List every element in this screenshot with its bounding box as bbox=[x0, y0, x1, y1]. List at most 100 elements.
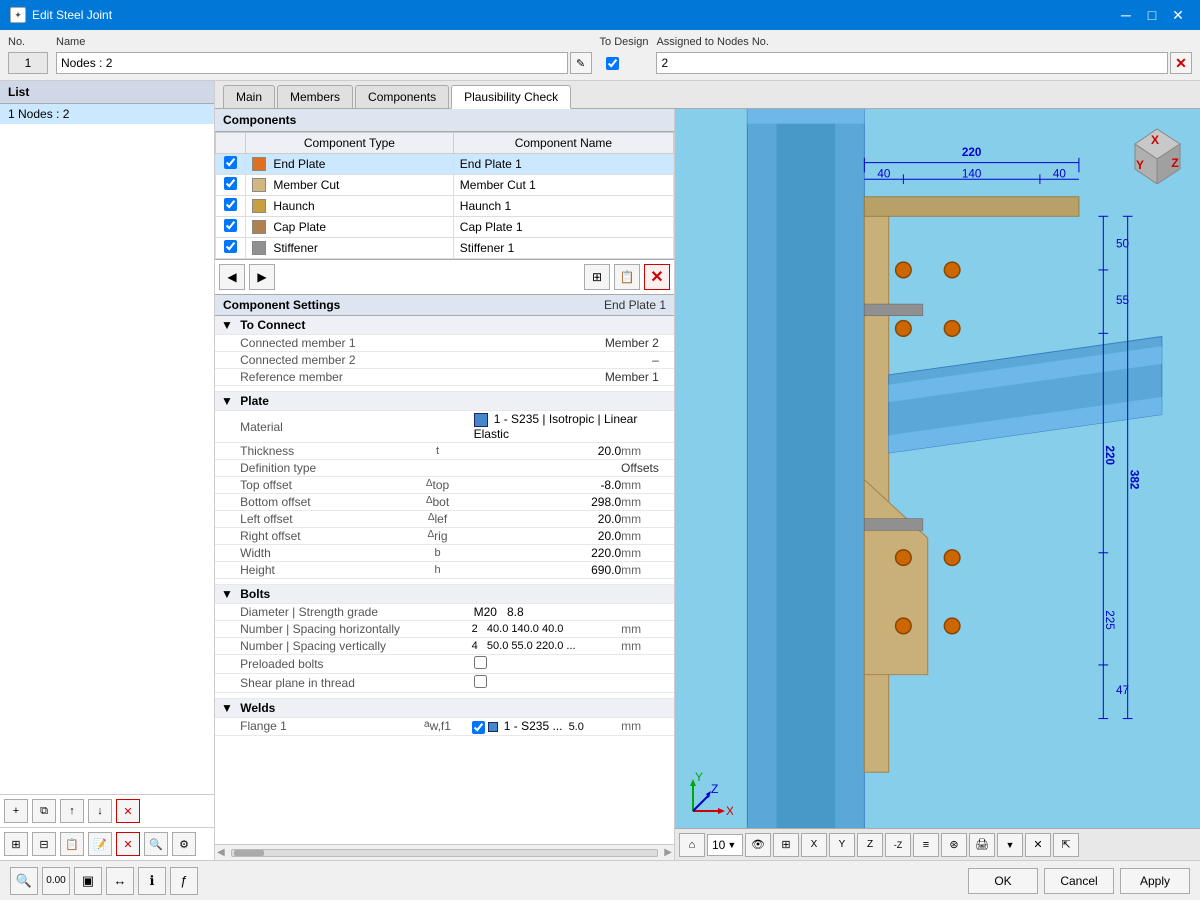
list-tool-3[interactable]: 📋 bbox=[60, 832, 84, 856]
comp-type-0: End Plate bbox=[273, 157, 325, 171]
comp-name-4: Stiffener 1 bbox=[453, 238, 673, 259]
view-print-button[interactable]: 🖨 bbox=[969, 833, 995, 857]
shear-plane-checkbox[interactable] bbox=[474, 675, 487, 688]
tab-components[interactable]: Components bbox=[355, 85, 449, 108]
scroll-right-arrow[interactable]: ▶ bbox=[664, 847, 672, 858]
list-add-button[interactable]: + bbox=[4, 799, 28, 823]
horizontal-scrollbar[interactable]: ◀ ▶ bbox=[215, 844, 674, 860]
view-x-axis-button[interactable]: X bbox=[801, 833, 827, 857]
toggle-to-connect[interactable]: ▼ bbox=[221, 318, 233, 332]
comp-move-right-button[interactable]: ▶ bbox=[249, 264, 275, 290]
tab-plausibility-check[interactable]: Plausibility Check bbox=[451, 85, 571, 109]
value-button[interactable]: 0.00 bbox=[42, 867, 70, 895]
comp-checkbox-2[interactable] bbox=[224, 198, 237, 211]
tab-members[interactable]: Members bbox=[277, 85, 353, 108]
list-move-down-button[interactable]: ↓ bbox=[88, 799, 112, 823]
view-home-button[interactable]: ⌂ bbox=[679, 833, 705, 857]
view-expand-button[interactable]: ⇱ bbox=[1053, 833, 1079, 857]
list-tool-2[interactable]: ⊟ bbox=[32, 832, 56, 856]
list-tool-delete-red[interactable]: ✕ bbox=[116, 832, 140, 856]
scrollbar-track[interactable] bbox=[231, 849, 659, 857]
info-button[interactable]: ℹ bbox=[138, 867, 166, 895]
search-button[interactable]: 🔍 bbox=[10, 867, 38, 895]
svg-text:40: 40 bbox=[1053, 167, 1067, 180]
maximize-button[interactable]: □ bbox=[1140, 3, 1164, 27]
flange1-checkbox[interactable] bbox=[472, 721, 485, 734]
comp-delete-button[interactable]: ✕ bbox=[644, 264, 670, 290]
list-tool-1[interactable]: ⊞ bbox=[4, 832, 28, 856]
ok-button[interactable]: OK bbox=[968, 868, 1038, 894]
apply-button[interactable]: Apply bbox=[1120, 868, 1190, 894]
list-duplicate-button[interactable]: ⧉ bbox=[32, 799, 56, 823]
window-controls[interactable]: ─ □ ✕ bbox=[1114, 3, 1190, 27]
to-design-checkbox[interactable] bbox=[606, 57, 619, 70]
view-render-button[interactable]: 👁 bbox=[745, 833, 771, 857]
scroll-left-arrow[interactable]: ◀ bbox=[217, 847, 225, 858]
comp-copy-button[interactable]: ⊞ bbox=[584, 264, 610, 290]
view-iz-button[interactable]: -Z bbox=[885, 833, 911, 857]
section-plate-label: Plate bbox=[240, 394, 269, 408]
section-welds-label: Welds bbox=[240, 701, 275, 715]
prop-thickness: Thickness t 20.0 mm bbox=[215, 443, 674, 460]
svg-text:382: 382 bbox=[1128, 470, 1141, 490]
list-tool-5[interactable]: 🔍 bbox=[144, 832, 168, 856]
settings-component-name: End Plate 1 bbox=[604, 298, 666, 312]
component-row-2[interactable]: Haunch Haunch 1 bbox=[216, 196, 674, 217]
cancel-button[interactable]: Cancel bbox=[1044, 868, 1114, 894]
view-print-dropdown[interactable]: ▼ bbox=[997, 833, 1023, 857]
component-row-1[interactable]: Member Cut Member Cut 1 bbox=[216, 175, 674, 196]
view-close-button[interactable]: ✕ bbox=[1025, 833, 1051, 857]
comp-checkbox-1[interactable] bbox=[224, 177, 237, 190]
list-move-up-button[interactable]: ↑ bbox=[60, 799, 84, 823]
list-tool-6[interactable]: ⚙ bbox=[172, 832, 196, 856]
comp-paste-button[interactable]: 📋 bbox=[614, 264, 640, 290]
toggle-bolts[interactable]: ▼ bbox=[221, 587, 233, 601]
scene-svg: 220 40 140 40 bbox=[675, 109, 1200, 860]
toggle-plate[interactable]: ▼ bbox=[221, 394, 233, 408]
move-button[interactable]: ↔ bbox=[106, 867, 134, 895]
list-content: 1 Nodes : 2 bbox=[0, 104, 214, 794]
name-input[interactable] bbox=[56, 52, 568, 74]
list-tool-4[interactable]: 📝 bbox=[88, 832, 112, 856]
scrollbar-thumb[interactable] bbox=[234, 850, 264, 856]
component-row-4[interactable]: Stiffener Stiffener 1 bbox=[216, 238, 674, 259]
comp-checkbox-0[interactable] bbox=[224, 156, 237, 169]
axes-indicator: X Y Z bbox=[683, 771, 733, 824]
toggle-welds[interactable]: ▼ bbox=[221, 701, 233, 715]
component-row-3[interactable]: Cap Plate Cap Plate 1 bbox=[216, 217, 674, 238]
section-to-connect-label: To Connect bbox=[240, 318, 305, 332]
assigned-clear-button[interactable]: ✕ bbox=[1170, 52, 1192, 74]
view-y-axis-button[interactable]: Y bbox=[829, 833, 855, 857]
minimize-button[interactable]: ─ bbox=[1114, 3, 1138, 27]
list-item[interactable]: 1 Nodes : 2 bbox=[0, 104, 214, 124]
view-filter-button[interactable]: ⊛ bbox=[941, 833, 967, 857]
to-design-section: To Design bbox=[600, 36, 649, 74]
comp-checkbox-4[interactable] bbox=[224, 240, 237, 253]
view-cube[interactable]: X Y Z bbox=[1125, 119, 1190, 184]
preloaded-bolts-checkbox[interactable] bbox=[474, 656, 487, 669]
comp-checkbox-3[interactable] bbox=[224, 219, 237, 232]
function-button[interactable]: ƒ bbox=[170, 867, 198, 895]
view-xray-button[interactable]: ⊞ bbox=[773, 833, 799, 857]
list-delete-button[interactable]: ✕ bbox=[116, 799, 140, 823]
view-layers-button[interactable]: ≡ bbox=[913, 833, 939, 857]
view-z-axis-button[interactable]: Z bbox=[857, 833, 883, 857]
close-button[interactable]: ✕ bbox=[1166, 3, 1190, 27]
no-section: No. bbox=[8, 36, 48, 74]
tab-main[interactable]: Main bbox=[223, 85, 275, 108]
assigned-label: Assigned to Nodes No. bbox=[656, 36, 1192, 48]
component-row-0[interactable]: End Plate End Plate 1 bbox=[216, 154, 674, 175]
svg-text:40: 40 bbox=[877, 167, 891, 180]
assigned-input[interactable] bbox=[656, 52, 1168, 74]
name-edit-button[interactable]: ✎ bbox=[570, 52, 592, 74]
components-area: Components Component Type Component Name bbox=[215, 109, 1200, 860]
list-item-label: 1 Nodes : 2 bbox=[8, 107, 69, 121]
zoom-display[interactable]: 10 ▼ bbox=[707, 834, 743, 856]
no-input[interactable] bbox=[8, 52, 48, 74]
right-panel: Main Members Components Plausibility Che… bbox=[215, 81, 1200, 860]
svg-text:140: 140 bbox=[962, 167, 982, 180]
comp-type-1: Member Cut bbox=[273, 178, 339, 192]
select-button[interactable]: ▣ bbox=[74, 867, 102, 895]
zoom-dropdown-icon[interactable]: ▼ bbox=[727, 840, 736, 850]
comp-move-left-button[interactable]: ◀ bbox=[219, 264, 245, 290]
